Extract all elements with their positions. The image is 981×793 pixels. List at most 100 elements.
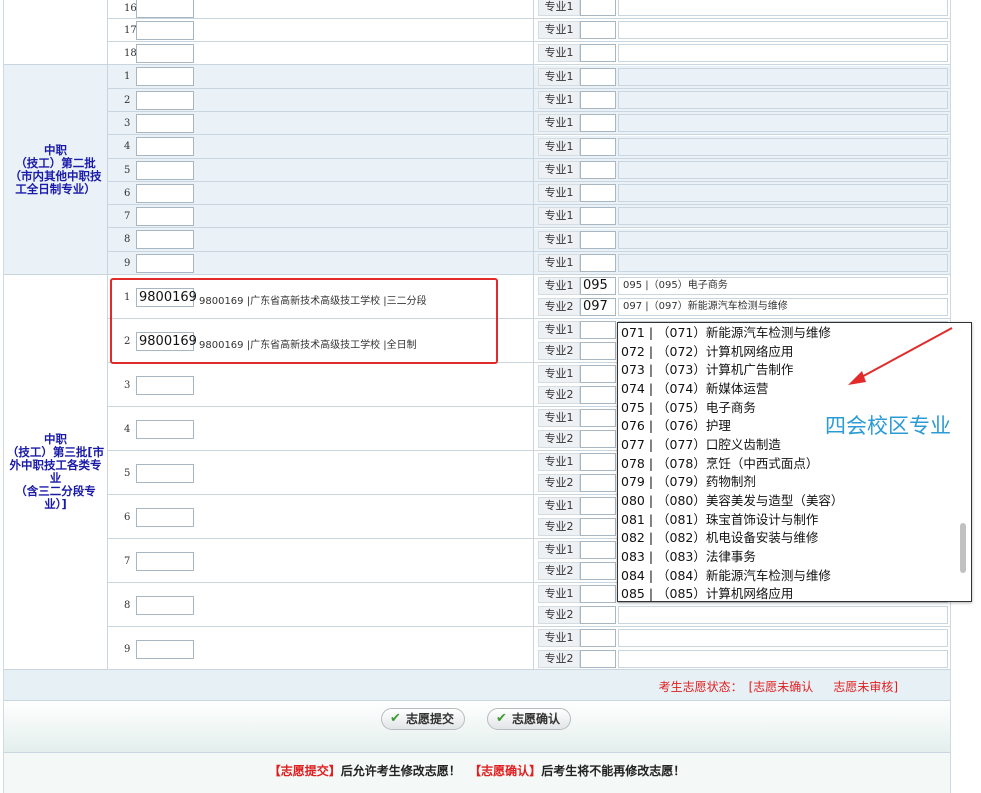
row-index: 9: [124, 644, 131, 655]
table-row-b2-5: 5 专业1: [108, 159, 950, 182]
school-code-input[interactable]: [136, 67, 194, 86]
dropdown-option[interactable]: 072 | （072）计算机网络应用: [621, 342, 793, 361]
school-code-input[interactable]: [136, 596, 194, 615]
major-label: 专业2: [538, 298, 580, 316]
dropdown-option[interactable]: 079 | （079）药物制剂: [621, 472, 756, 491]
major-label: 专业1: [538, 497, 580, 515]
school-code-input[interactable]: [136, 254, 194, 273]
row-index: 3: [124, 118, 131, 129]
major-code-input[interactable]: [580, 161, 616, 179]
major-label: 专业2: [538, 562, 580, 580]
school-code-input[interactable]: [136, 91, 194, 110]
school-code-input[interactable]: [136, 0, 194, 18]
major-code-input[interactable]: [580, 184, 616, 202]
major-code-input[interactable]: 097: [580, 298, 616, 316]
major-code-input[interactable]: [580, 453, 616, 471]
major-code-input[interactable]: [580, 650, 616, 668]
campus-note-label: 四会校区专业: [825, 414, 951, 438]
row-index: 4: [124, 141, 131, 152]
major-code-input[interactable]: [580, 138, 616, 156]
major-label: 专业2: [538, 430, 580, 448]
school-code-input[interactable]: [136, 184, 194, 203]
major-code-input[interactable]: [580, 231, 616, 249]
major-label: 专业1: [538, 409, 580, 427]
major-code-input[interactable]: [580, 409, 616, 427]
school-code-input[interactable]: [136, 207, 194, 226]
major-code-input[interactable]: [580, 321, 616, 339]
confirm-volunteer-button[interactable]: ✔ 志愿确认: [487, 708, 572, 730]
dropdown-option[interactable]: 077 | （077）口腔义齿制造: [621, 435, 781, 454]
check-icon: ✔: [390, 711, 401, 726]
dropdown-option[interactable]: 083 | （083）法律事务: [621, 547, 756, 566]
status-unreviewed: 志愿未审核]: [833, 680, 898, 694]
dropdown-scrollbar-thumb[interactable]: [960, 523, 966, 573]
major-desc: [618, 254, 948, 272]
major-code-input[interactable]: [580, 44, 616, 62]
major-code-input[interactable]: [580, 342, 616, 360]
major-label: 专业1: [538, 541, 580, 559]
major-code-input[interactable]: 095: [580, 277, 616, 295]
dropdown-option[interactable]: 081 | （081）珠宝首饰设计与制作: [621, 510, 818, 529]
major-code-input[interactable]: [580, 562, 616, 580]
school-code-input[interactable]: [136, 420, 194, 439]
major-desc: [618, 0, 948, 16]
school-code-input[interactable]: [136, 376, 194, 395]
dropdown-option[interactable]: 085 | （085）计算机网络应用: [621, 584, 793, 601]
dropdown-option[interactable]: 078 | （078）烹饪（中西式面点）: [621, 454, 818, 473]
group-cell-batch3: 中职 （技工）第三批[市 外中职技工各类专 业 （含三二分段专 业）]: [4, 275, 108, 670]
major-label: 专业2: [538, 386, 580, 404]
major-label: 专业2: [538, 474, 580, 492]
school-code-input[interactable]: [136, 552, 194, 571]
major-code-input[interactable]: [580, 0, 616, 16]
major-label: 专业1: [538, 161, 580, 179]
major-label: 专业1: [538, 21, 580, 39]
major-code-input[interactable]: [580, 430, 616, 448]
school-code-input[interactable]: [136, 640, 194, 659]
major-code-input[interactable]: [580, 21, 616, 39]
school-code-input[interactable]: [136, 508, 194, 527]
dropdown-option[interactable]: 073 | （073）计算机广告制作: [621, 360, 793, 379]
dropdown-option[interactable]: 075 | （075）电子商务: [621, 398, 756, 417]
major-label: 专业1: [538, 114, 580, 132]
major-code-input[interactable]: [580, 518, 616, 536]
major-desc: [618, 91, 948, 109]
school-code-input[interactable]: [136, 464, 194, 483]
notice-row: 【志愿提交】后允许考生修改志愿！ 【志愿确认】后考生将不能再修改志愿！: [4, 753, 950, 793]
school-code-input[interactable]: [136, 114, 194, 133]
row-index: 2: [124, 95, 131, 106]
major-code-input[interactable]: [580, 365, 616, 383]
major-code-input[interactable]: [580, 114, 616, 132]
major-label: 专业2: [538, 606, 580, 624]
dropdown-option[interactable]: 080 | （080）美容美发与造型（美容）: [621, 491, 843, 510]
school-code-input[interactable]: [136, 44, 194, 63]
school-code-input[interactable]: [136, 161, 194, 180]
dropdown-option[interactable]: 074 | （074）新媒体运营: [621, 379, 768, 398]
notice-text: 【志愿提交】后允许考生修改志愿！ 【志愿确认】后考生将不能再修改志愿！: [268, 764, 686, 778]
major-code-input[interactable]: [580, 91, 616, 109]
major-code-input[interactable]: [580, 474, 616, 492]
row-index: 17: [124, 25, 137, 36]
major-code-input[interactable]: [580, 629, 616, 647]
school-code-input[interactable]: [136, 230, 194, 249]
row-index: 1: [124, 71, 131, 82]
table-row-b2-3: 3 专业1: [108, 112, 950, 135]
submit-volunteer-button[interactable]: ✔ 志愿提交: [381, 708, 466, 730]
volunteer-form-page: 中职 （技工）第二批 （市内其他中职技 工全日制专业） 中职 （技工）第三批[市…: [0, 0, 981, 793]
dropdown-option[interactable]: 082 | （082）机电设备安装与维修: [621, 528, 818, 547]
dropdown-option[interactable]: 071 | （071）新能源汽车检测与维修: [621, 323, 831, 342]
arrow-annotation-icon: [848, 327, 953, 385]
major-label: 专业1: [538, 254, 580, 272]
dropdown-option[interactable]: 084 | （084）新能源汽车检测与维修: [621, 566, 831, 585]
major-code-input[interactable]: [580, 541, 616, 559]
major-code-input[interactable]: [580, 585, 616, 603]
major-code-input[interactable]: [580, 68, 616, 86]
major-code-input[interactable]: [580, 606, 616, 624]
major-code-input[interactable]: [580, 254, 616, 272]
school-code-input[interactable]: [136, 21, 194, 40]
major-code-input[interactable]: [580, 386, 616, 404]
major-code-input[interactable]: [580, 207, 616, 225]
major-code-input[interactable]: [580, 497, 616, 515]
status-label: 考生志愿状态：: [658, 680, 743, 694]
dropdown-option[interactable]: 076 | （076）护理: [621, 416, 731, 435]
school-code-input[interactable]: [136, 137, 194, 156]
